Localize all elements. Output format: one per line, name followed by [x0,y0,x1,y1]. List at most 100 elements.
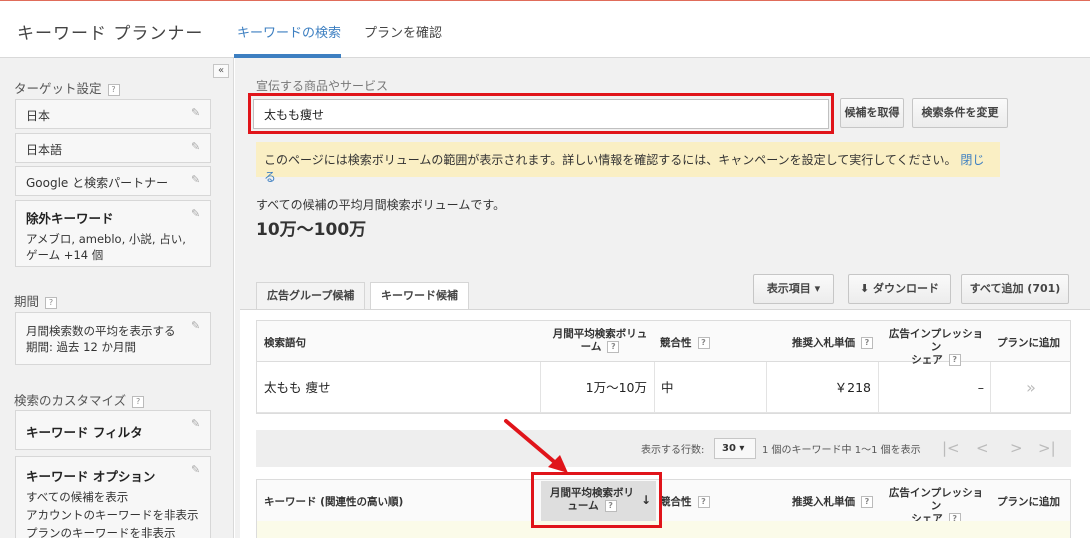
notice-banner: このページには検索ボリュームの範囲が表示されます。詳しい情報を確認するには、キャ… [256,142,1000,184]
network-label: Google と検索パートナー [26,176,169,190]
help-icon[interactable]: ? [607,341,620,353]
chevron-down-icon: ▾ [814,282,821,295]
modify-search-button[interactable]: 検索条件を変更 [912,98,1008,128]
last-page-icon[interactable]: >| [1038,439,1056,457]
negative-keywords-detail: アメブロ, ameblo, 小説, 占い, ゲーム +14 個 [26,232,186,262]
cell-competition: 中 [661,380,674,395]
avg-volume-text: すべての候補の平均月間検索ボリュームです。 [256,198,506,212]
app-title: キーワード プランナー [17,24,204,44]
download-button[interactable]: ⬇ ダウンロード [848,274,951,304]
first-page-icon[interactable]: |< [942,439,960,457]
help-icon[interactable]: ? [107,83,120,96]
pencil-icon[interactable]: ✎ [191,418,203,430]
collapse-sidebar-button[interactable]: « [213,64,229,78]
column-divider [766,362,767,413]
help-icon[interactable]: ? [861,337,873,349]
cell-impression-share: – [977,380,984,395]
keyword-filter-title: キーワード フィルタ [26,425,143,440]
pencil-icon[interactable]: ✎ [191,320,203,332]
prev-page-icon[interactable]: < [976,439,989,457]
period-heading: 期間? [14,291,58,310]
notice-text: このページには検索ボリュームの範囲が表示されます。詳しい情報を確認するには、キャ… [264,153,957,167]
tab-review-plan[interactable]: プランを確認 [364,22,442,41]
cell-search-term: 太もも 痩せ [264,380,331,395]
help-icon[interactable]: ? [697,337,710,349]
tab-ad-group-ideas[interactable]: 広告グループ候補 [256,282,366,310]
pencil-icon[interactable]: ✎ [191,464,203,476]
pagination-range: 1 個のキーワード中 1～1 個を表示 [762,445,921,456]
help-icon[interactable]: ? [697,496,710,508]
header-keyword-relevance[interactable]: キーワード (関連性の高い順) [264,494,403,509]
add-all-button[interactable]: すべて追加 (701) [961,274,1069,304]
table-row: 太もも 痩せ 1万～10万 中 ￥218 – » [257,362,1070,413]
help-icon[interactable]: ? [861,496,873,508]
header-competition[interactable]: 競合性? [660,335,710,350]
targeting-location[interactable]: 日本 ✎ [15,99,211,129]
column-divider [878,362,879,413]
help-icon[interactable]: ? [45,296,58,309]
rows-per-page-select[interactable]: 30 ▾ [714,438,756,459]
search-terms-header: 検索語句 月間平均検索ボリューム? 競合性? 推奨入札単価? 広告インプレッショ… [257,321,1070,366]
targeting-language[interactable]: 日本語 ✎ [15,133,211,163]
header: キーワード プランナー キーワードの検索 プランを確認 [0,1,1090,58]
column-divider [654,362,655,413]
next-page-icon[interactable]: > [1010,439,1023,457]
download-button-label: ダウンロード [873,282,940,295]
header-competition-2-label: 競合性 [660,496,692,508]
product-label: 宣伝する商品やサービス [256,79,389,93]
annotation-arrow-icon [504,419,568,473]
tab-keyword-ideas[interactable]: キーワード候補 [370,282,469,311]
add-to-plan-button[interactable]: » [991,362,1071,413]
keyword-option-3: プランのキーワードを非表示 [26,526,176,538]
targeting-network[interactable]: Google と検索パートナー ✎ [15,166,211,196]
tab-keyword-search[interactable]: キーワードの検索 [237,22,341,41]
search-terms-table: 検索語句 月間平均検索ボリューム? 競合性? 推奨入札単価? 広告インプレッショ… [256,320,1071,414]
pencil-icon[interactable]: ✎ [191,208,203,220]
period-heading-label: 期間 [14,294,40,309]
pencil-icon[interactable]: ✎ [191,141,203,153]
pagination-bar: 表示する行数: 30 ▾ 1 個のキーワード中 1～1 個を表示 |< < > … [256,430,1071,467]
targeting-heading-label: ターゲット設定 [14,81,102,96]
keyword-option-2: アカウントのキーワードを非表示 [26,508,199,522]
highlight-box-input [248,93,834,134]
keyword-option-1: すべての候補を表示 [26,490,129,504]
targeting-heading: ターゲット設定? [14,78,120,97]
header-impression-share-2-line1: 広告インプレッション [888,487,984,512]
chevron-down-icon: ▾ [739,443,745,454]
header-add-to-plan: プランに追加 [997,337,1060,349]
header-competition-2[interactable]: 競合性? [660,494,710,509]
header-suggested-bid-2-label: 推奨入札単価 [792,496,855,508]
customize-heading: 検索のカスタマイズ? [14,390,145,409]
header-competition-label: 競合性 [660,337,692,349]
cell-monthly-volume: 1万～10万 [585,380,647,395]
table-row [257,521,1070,538]
header-monthly-volume-label: 月間平均検索ボリューム [552,328,648,353]
rows-per-page-value: 30 [722,443,736,454]
columns-button[interactable]: 表示項目 ▾ [753,274,834,304]
period-line-1: 月間検索数の平均を表示する [26,324,176,338]
pencil-icon[interactable]: ✎ [191,107,203,119]
location-label: 日本 [26,109,51,123]
negative-keywords-box[interactable]: 除外キーワード アメブロ, ameblo, 小説, 占い, ゲーム +14 個 … [15,200,211,267]
period-box[interactable]: 月間検索数の平均を表示する 期間: 過去 12 か月間 ✎ [15,312,211,365]
header-suggested-bid[interactable]: 推奨入札単価? [777,335,873,350]
sidebar: « ターゲット設定? 日本 ✎ 日本語 ✎ Google と検索パートナー ✎ … [0,58,234,538]
avg-volume-value: 10万～100万 [256,220,367,240]
header-search-term[interactable]: 検索語句 [264,335,306,350]
get-ideas-button[interactable]: 候補を取得 [840,98,904,128]
download-icon: ⬇ [859,282,870,295]
language-label: 日本語 [26,143,63,157]
keyword-filter-box[interactable]: キーワード フィルタ ✎ [15,410,211,450]
help-icon[interactable]: ? [132,395,145,408]
columns-button-label: 表示項目 [766,282,811,295]
pencil-icon[interactable]: ✎ [191,174,203,186]
keyword-options-box[interactable]: キーワード オプション すべての候補を表示 アカウントのキーワードを非表示 プラ… [15,456,211,538]
rows-per-page-label: 表示する行数: [641,445,705,456]
column-divider [540,362,541,413]
cell-suggested-bid: ￥218 [834,380,871,395]
header-suggested-bid-label: 推奨入札単価 [792,337,855,349]
header-impression-share-line1: 広告インプレッション [888,328,984,353]
header-suggested-bid-2[interactable]: 推奨入札単価? [777,494,873,509]
header-add-to-plan-2: プランに追加 [997,496,1060,508]
header-monthly-volume[interactable]: 月間平均検索ボリューム? [549,328,651,354]
